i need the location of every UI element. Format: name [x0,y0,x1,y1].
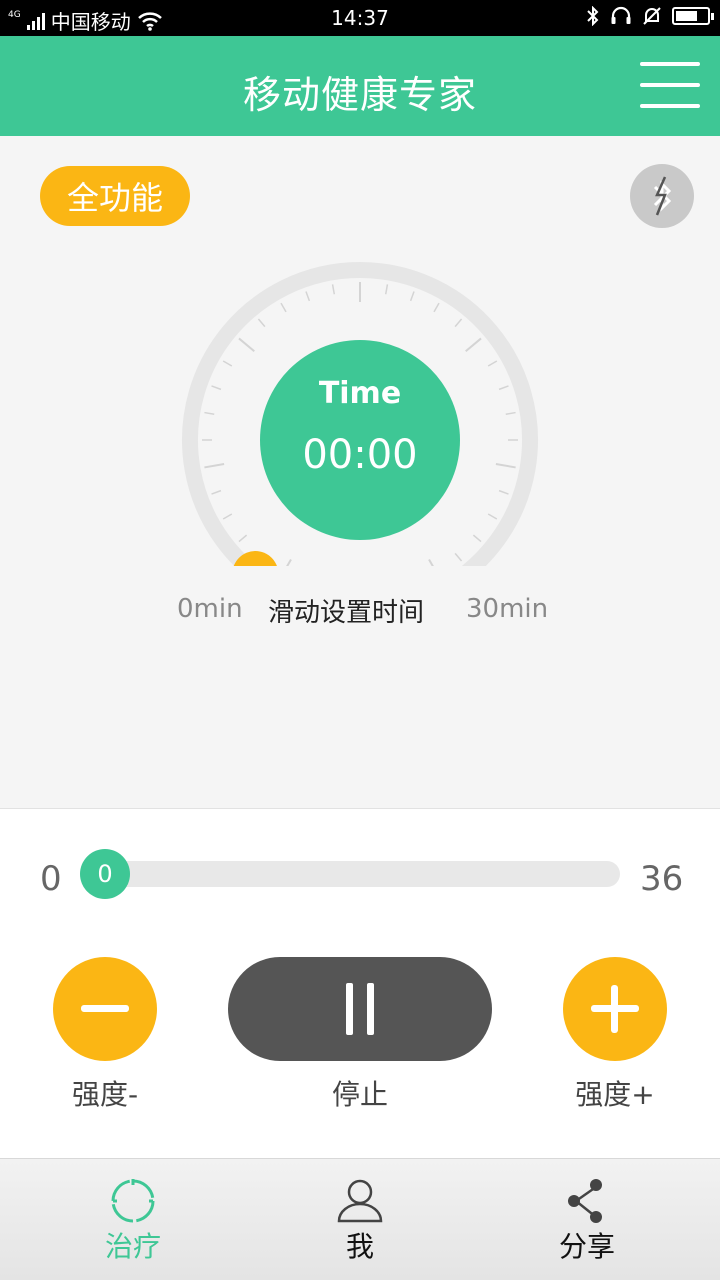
nav-item-treatment[interactable]: 治疗 [13,1159,253,1280]
dial-tick [211,489,222,495]
dial-tick [498,385,509,391]
dial-tick [286,559,292,566]
dial-tick [211,385,222,391]
intensity-slider-track[interactable] [90,861,620,887]
bell-muted-icon [643,7,661,25]
intensity-slider-thumb[interactable]: 0 [80,849,130,899]
timer-area: 全功能 Time 00:00 0min 滑动设置时间 30min [0,136,720,808]
dial-tick [238,534,248,543]
dial-tick [498,489,509,495]
dial-tick [331,284,336,295]
mode-badge[interactable]: 全功能 [40,166,190,226]
pause-icon-bar [367,983,374,1035]
user-icon [337,1179,383,1223]
time-label: Time [318,376,402,411]
intensity-decrease-label: 强度- [71,1078,139,1111]
status-bar: 4G 中国移动 14:37 [0,0,720,36]
share-icon [568,1179,602,1223]
intensity-decrease-button[interactable] [53,957,157,1061]
dial-tick [487,513,498,520]
dial-tick [280,302,287,313]
control-panel: 0 0 36 强度- 停止 强度+ [0,808,720,1158]
bottom-nav: 治疗 我 分享 [0,1158,720,1280]
dial-tick [428,559,434,566]
stop-button[interactable] [228,957,492,1061]
stop-label: 停止 [331,1078,388,1111]
bluetooth-disconnected-icon[interactable] [630,164,694,228]
intensity-max-label: 36 [640,859,684,899]
time-value: 00:00 [302,432,418,478]
intensity-increase-label: 强度+ [575,1078,655,1111]
intensity-min-label: 0 [40,859,62,899]
headset-icon [611,6,631,24]
battery-icon [672,7,714,25]
minus-icon [81,1005,129,1012]
pause-icon [346,983,353,1035]
dial-tick [495,462,516,469]
bluetooth-icon [587,6,599,26]
time-range-hint: 滑动设置时间 [268,598,425,628]
dial-tick [305,291,311,302]
dial-tick [505,411,516,416]
hamburger-menu-icon[interactable] [640,60,700,112]
time-range-max: 30min [466,594,549,624]
dial-tick [257,318,266,328]
nav-label: 治疗 [104,1230,161,1263]
dial-tick [384,284,389,295]
dial-tick [222,360,233,367]
nav-label: 分享 [558,1230,615,1263]
treatment-icon [111,1179,155,1223]
dial-tick [465,337,482,353]
nav-label: 我 [345,1230,374,1263]
dial-tick [487,360,498,367]
time-display: Time 00:00 [260,340,460,540]
dial-tick [454,552,463,562]
dial-tick [222,513,233,520]
app-header: 移动健康专家 [0,36,720,136]
dial-tick [433,302,440,313]
dial-tick [204,462,225,469]
nav-item-me[interactable]: 我 [240,1159,480,1280]
nav-item-share[interactable]: 分享 [467,1159,707,1280]
page-title: 移动健康专家 [242,73,477,117]
dial-tick [454,318,463,328]
dial-tick [238,337,255,353]
dial-tick [409,291,415,302]
time-range-min: 0min [177,594,243,624]
plus-icon-vertical [611,985,618,1033]
intensity-increase-button[interactable] [563,957,667,1061]
dial-tick [472,534,482,543]
dial-tick [204,411,215,416]
